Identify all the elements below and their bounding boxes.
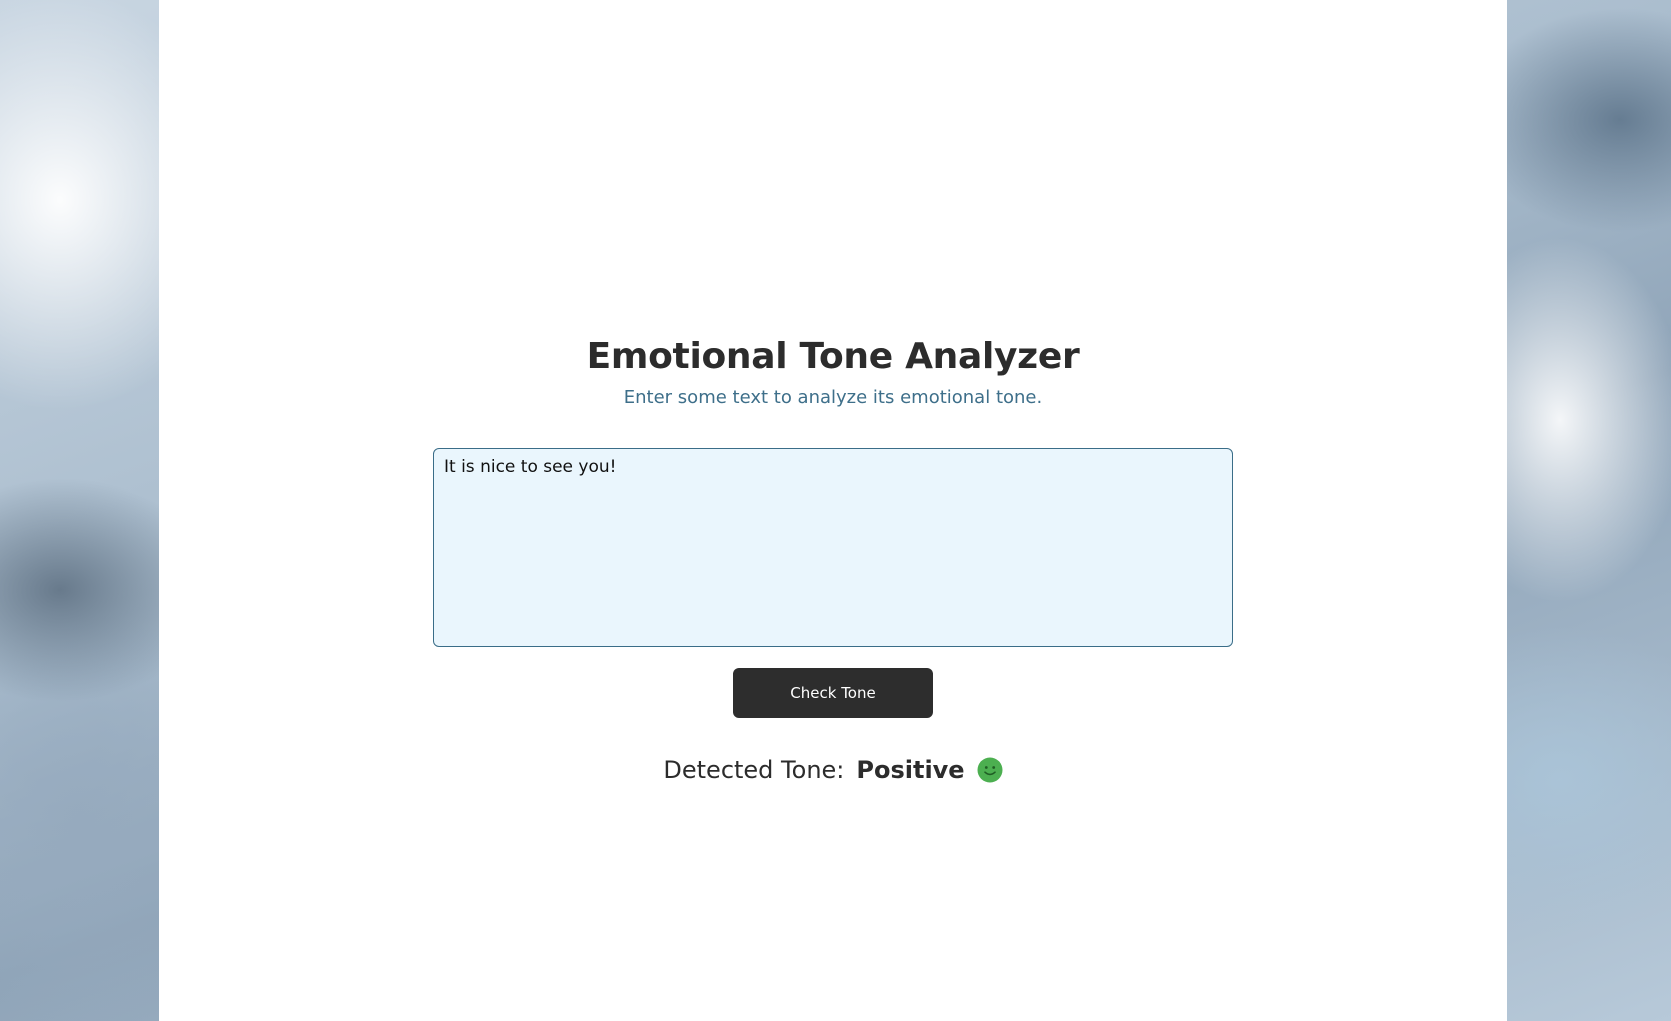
- page-title: Emotional Tone Analyzer: [586, 336, 1080, 377]
- detected-tone-label: Detected Tone:: [663, 756, 845, 784]
- page-subtitle: Enter some text to analyze its emotional…: [623, 387, 1043, 408]
- smiley-face-icon: [977, 757, 1003, 783]
- tone-result: Detected Tone: Positive: [159, 756, 1507, 784]
- tone-text-input[interactable]: [433, 448, 1233, 647]
- check-tone-button[interactable]: Check Tone: [733, 668, 933, 718]
- main-panel: Emotional Tone Analyzer Enter some text …: [159, 0, 1507, 1021]
- detected-tone-value: Positive: [856, 756, 965, 784]
